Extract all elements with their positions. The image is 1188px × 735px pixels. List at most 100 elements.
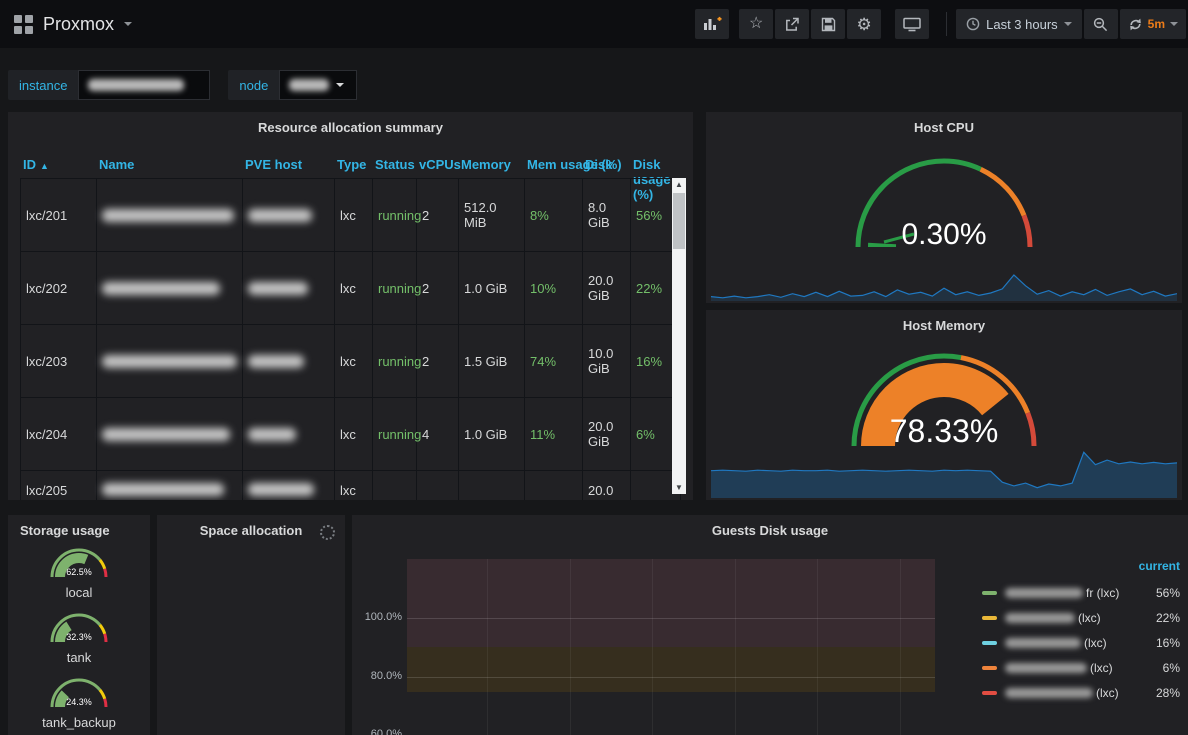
legend-item[interactable]: fr (lxc) 56% [982, 580, 1180, 605]
legend-color-dash [982, 641, 997, 645]
table-body: lxc/201lxcrunning2512.0 MiB8%8.0 GiB56%l… [20, 178, 680, 500]
panel-title[interactable]: Resource allocation summary [8, 112, 693, 135]
cell-status: running [373, 398, 417, 470]
redacted-series-name [1005, 588, 1083, 598]
redacted-pve-host [248, 209, 312, 222]
settings-button[interactable]: ⚙ [847, 9, 881, 39]
cell-pve-host [243, 252, 335, 324]
redacted-guest-name [102, 428, 230, 441]
clock-icon [966, 17, 980, 31]
instance-value-dropdown[interactable] [78, 70, 210, 100]
cell-id: lxc/201 [21, 179, 97, 251]
cell-disk: 20.0 GiB [583, 471, 631, 500]
zoom-out-button[interactable] [1084, 9, 1118, 39]
cell-status: running [373, 252, 417, 324]
redacted-guest-name [102, 355, 237, 368]
legend-current-value: 28% [1156, 686, 1180, 700]
loading-spinner-icon [320, 525, 335, 540]
time-range-picker[interactable]: Last 3 hours [956, 9, 1082, 39]
panel-title[interactable]: Storage usage [8, 515, 150, 538]
save-button[interactable] [811, 9, 845, 39]
share-button[interactable] [775, 9, 809, 39]
cell-mem-usage: 11% [525, 398, 583, 470]
cell-pve-host [243, 325, 335, 397]
panel-title[interactable]: Guests Disk usage [352, 515, 1188, 538]
refresh-button[interactable]: 5m [1120, 9, 1186, 39]
cell-disk: 20.0 GiB [583, 398, 631, 470]
cell-pve-host [243, 471, 335, 500]
cell-type: lxc [335, 325, 373, 397]
cell-id: lxc/203 [21, 325, 97, 397]
panel-title[interactable]: Host Memory [706, 310, 1182, 333]
cell-status: running [373, 179, 417, 251]
legend-item[interactable]: (lxc)6% [982, 655, 1180, 680]
column-header-mem-usage-[interactable]: Mem usage (%) [524, 152, 582, 207]
legend-series-suffix: fr (lxc) [1086, 586, 1119, 600]
chevron-down-icon[interactable] [124, 22, 132, 26]
redacted-series-name [1005, 663, 1087, 673]
panel-space-allocation: Space allocation [157, 515, 345, 735]
storage-gauge-label: tank_backup [8, 715, 150, 730]
legend-item[interactable]: (lxc) 22% [982, 605, 1180, 630]
kiosk-mode-button[interactable] [895, 9, 929, 39]
legend-series-suffix: (lxc) [1078, 611, 1101, 625]
redacted-series-name [1005, 613, 1075, 623]
storage-gauge-local: 62.5%local [8, 543, 150, 600]
scrollbar-thumb[interactable] [673, 193, 685, 249]
host-memory-sparkline [711, 448, 1177, 498]
cell-id: lxc/204 [21, 398, 97, 470]
cell-disk: 10.0 GiB [583, 325, 631, 397]
redacted-guest-name [102, 483, 224, 496]
guests-disk-plot[interactable] [407, 559, 935, 735]
cell-memory: 1.0 GiB [459, 252, 525, 324]
svg-text:0.30%: 0.30% [901, 218, 986, 251]
refresh-icon [1128, 17, 1143, 32]
share-icon [784, 17, 800, 32]
template-variables: instance node [8, 70, 357, 100]
redacted-guest-name [102, 209, 234, 222]
scroll-up-arrow-icon[interactable]: ▲ [672, 178, 686, 191]
node-value-dropdown[interactable] [279, 70, 357, 100]
svg-text:24.3%: 24.3% [66, 697, 92, 707]
cell-name [97, 325, 243, 397]
gear-icon: ⚙ [856, 16, 871, 33]
panel-title[interactable]: Space allocation [157, 515, 345, 538]
table-scrollbar[interactable]: ▲ ▼ [672, 178, 686, 494]
star-button[interactable]: ☆ [739, 9, 773, 39]
dashboards-grid-icon[interactable] [14, 15, 33, 34]
panel-title[interactable]: Host CPU [706, 112, 1182, 135]
legend-item[interactable]: (lxc) 28% [982, 680, 1180, 705]
legend-item[interactable]: (lxc)16% [982, 630, 1180, 655]
gridline [735, 559, 736, 735]
storage-gauge-label: tank [8, 650, 150, 665]
variable-instance: instance [8, 70, 210, 100]
add-panel-button[interactable] [695, 9, 729, 39]
storage-gauge-tank: 32.3% tank [8, 608, 150, 665]
legend-color-dash [982, 616, 997, 620]
star-icon: ☆ [749, 16, 763, 32]
table-row-lxc-204: lxc/204lxcrunning41.0 GiB11%20.0 GiB6% [20, 397, 680, 470]
redacted-guest-name [102, 282, 220, 295]
gridline [570, 559, 571, 735]
legend-current-header[interactable]: current [982, 559, 1180, 580]
legend-current-value: 22% [1156, 611, 1180, 625]
cell-mem-usage: 10% [525, 252, 583, 324]
sort-ascending-icon: ▲ [40, 161, 49, 171]
dashboard-title[interactable]: Proxmox [43, 14, 114, 35]
legend-current-value: 56% [1156, 586, 1180, 600]
cell-pve-host [243, 398, 335, 470]
legend-items: fr (lxc) 56% (lxc) 22% (lxc)16%(lxc)6% (lxc) 2… [982, 580, 1180, 705]
y-axis-tick: 60.0% [354, 728, 402, 735]
svg-text:32.3%: 32.3% [66, 632, 92, 642]
cell-memory: 512.0 MiB [459, 179, 525, 251]
cell-pve-host [243, 179, 335, 251]
scroll-down-arrow-icon[interactable]: ▼ [672, 481, 686, 494]
cell-memory [459, 471, 525, 500]
cell-vcpus: 2 [417, 179, 459, 251]
panel-host-memory: Host Memory 78.33% [706, 310, 1182, 500]
redacted-series-name [1005, 638, 1081, 648]
cell-memory: 1.0 GiB [459, 398, 525, 470]
legend-series-suffix: (lxc) [1096, 686, 1119, 700]
variable-node: node [228, 70, 357, 100]
redacted-pve-host [248, 355, 304, 368]
